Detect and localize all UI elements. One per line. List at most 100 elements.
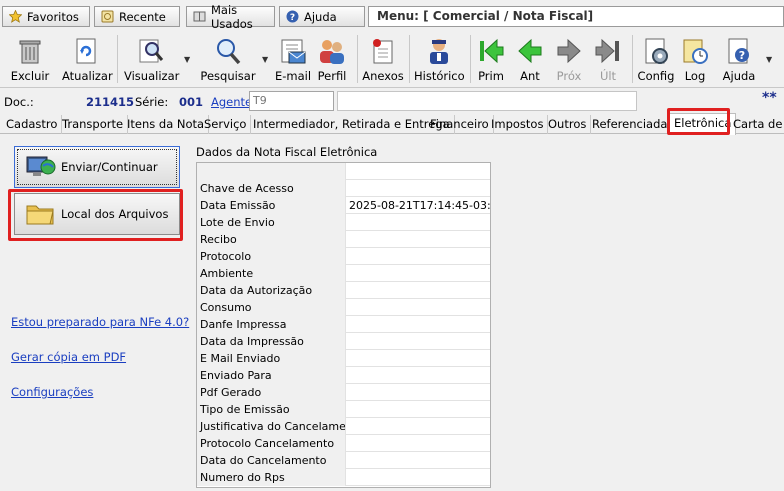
grid-row[interactable]: Data do Cancelamento (197, 452, 490, 469)
excluir-label: Excluir (10, 69, 50, 83)
grid-field-value[interactable] (346, 282, 490, 299)
grid-field-value[interactable] (346, 452, 490, 469)
grid-row[interactable]: E Mail Enviado (197, 350, 490, 367)
configuracoes-link[interactable]: Configurações (11, 385, 93, 399)
tab-carta-de-correcao[interactable]: Carta de C (729, 115, 784, 134)
historico-button[interactable]: Histórico (414, 34, 465, 86)
grid-field-value[interactable] (346, 248, 490, 265)
grid-row[interactable]: Data Emissão 2025-08-21T17:14:45-03:00 (197, 197, 490, 214)
gear-icon (640, 36, 672, 66)
mais-usados-button[interactable]: Mais Usados (186, 3, 275, 31)
nfe-data-grid: Chave de Acesso Data Emissão 2025-08-21T17… (196, 162, 491, 488)
log-button[interactable]: Log (678, 34, 712, 86)
atualizar-label: Atualizar (62, 69, 113, 83)
grid-row[interactable]: Data da Autorização (197, 282, 490, 299)
grid-field-value[interactable] (346, 350, 490, 367)
grid-field-value[interactable] (346, 163, 490, 180)
prim-label: Prim (478, 69, 504, 83)
grid-row[interactable]: Protocolo (197, 248, 490, 265)
grid-field-value[interactable] (346, 265, 490, 282)
ant-button[interactable]: Ant (513, 34, 547, 86)
grid-field-value[interactable] (346, 418, 490, 435)
grid-field-value[interactable] (346, 401, 490, 418)
grid-field-value[interactable] (346, 384, 490, 401)
ajuda-toolbar-button[interactable]: ? Ajuda (718, 34, 760, 86)
email-icon (277, 36, 309, 66)
email-button[interactable]: E-mail (274, 34, 312, 86)
grid-field-value[interactable] (346, 435, 490, 452)
svg-text:?: ? (290, 13, 295, 23)
main-toolbar: Excluir Atualizar Visualizar ▼ Pesquisar… (0, 31, 784, 88)
grid-row[interactable] (197, 163, 490, 180)
config-button[interactable]: Config (637, 34, 675, 86)
grid-field-value[interactable] (346, 214, 490, 231)
grid-row[interactable]: Pdf Gerado (197, 384, 490, 401)
grid-field-label: Tipo de Emissão (197, 401, 346, 418)
anexos-button[interactable]: Anexos (362, 34, 404, 86)
prim-button[interactable]: Prim (474, 34, 508, 86)
excluir-button[interactable]: Excluir (8, 34, 52, 86)
grid-field-value[interactable] (346, 367, 490, 384)
enviar-continuar-button[interactable]: Enviar/Continuar (14, 146, 180, 188)
recente-button[interactable]: Recente (94, 6, 180, 27)
grid-row[interactable]: Numero do Rps (197, 469, 490, 486)
grid-row[interactable]: Lote de Envio (197, 214, 490, 231)
grid-row[interactable]: Tipo de Emissão (197, 401, 490, 418)
tab-outros[interactable]: Outros (544, 115, 592, 134)
grid-field-value[interactable] (346, 333, 490, 350)
agente-code-input[interactable]: T9 (249, 91, 334, 111)
grid-field-label: Data da Autorização (197, 282, 346, 299)
grid-field-value[interactable] (346, 180, 490, 197)
grid-field-label: E Mail Enviado (197, 350, 346, 367)
grid-row[interactable]: Ambiente (197, 265, 490, 282)
visualizar-button[interactable]: Visualizar (124, 34, 179, 86)
grid-row[interactable]: Protocolo Cancelamento (197, 435, 490, 452)
grid-field-label: Pdf Gerado (197, 384, 346, 401)
grid-row[interactable]: Consumo (197, 299, 490, 316)
pesquisar-button[interactable]: Pesquisar (200, 34, 256, 86)
visualizar-dropdown-icon[interactable]: ▼ (184, 55, 190, 64)
agente-link[interactable]: Agente (211, 95, 252, 109)
tab-intermediador[interactable]: Intermediador, Retirada e Entrega (249, 115, 455, 134)
grid-field-label: Numero do Rps (197, 469, 346, 486)
tab-transporte[interactable]: Transporte (58, 115, 129, 134)
grid-field-label: Recibo (197, 231, 346, 248)
ajuda-dropdown-icon[interactable]: ▼ (766, 55, 772, 64)
serie-label: Série: (135, 95, 169, 109)
tab-referenciadas[interactable]: Referenciadas (588, 115, 679, 134)
tab-servico[interactable]: Serviço (200, 115, 252, 134)
history-icon (423, 36, 455, 66)
ajuda-top-button[interactable]: ? Ajuda (279, 6, 365, 27)
tab-cadastro[interactable]: Cadastro (2, 115, 63, 134)
ajuda-top-label: Ajuda (304, 9, 337, 24)
grid-field-value[interactable] (346, 316, 490, 333)
enviar-continuar-label: Enviar/Continuar (61, 160, 158, 174)
tab-impostos[interactable]: Impostos (487, 115, 549, 134)
grid-field-value[interactable] (346, 231, 490, 248)
atualizar-button[interactable]: Atualizar (62, 34, 113, 86)
attachment-icon (367, 36, 399, 66)
tab-itens-da-nota[interactable]: Itens da Nota (123, 115, 210, 134)
pesquisar-dropdown-icon[interactable]: ▼ (262, 55, 268, 64)
gerar-pdf-link[interactable]: Gerar cópia em PDF (11, 350, 126, 364)
agente-name-field[interactable] (337, 91, 637, 111)
tab-financeiro[interactable]: Financeiro (426, 115, 494, 134)
grid-row[interactable]: Chave de Acesso (197, 180, 490, 197)
ult-button[interactable]: Últ (591, 34, 625, 86)
refresh-icon (70, 36, 102, 66)
nfe-40-link[interactable]: Estou preparado para NFe 4.0? (11, 315, 189, 329)
toolbar-separator (357, 35, 358, 83)
grid-field-label: Protocolo (197, 248, 346, 265)
grid-row[interactable]: Enviado Para (197, 367, 490, 384)
grid-row[interactable]: Data da Impressão (197, 333, 490, 350)
prox-button[interactable]: Próx (552, 34, 586, 86)
grid-field-value[interactable] (346, 299, 490, 316)
grid-field-value[interactable]: 2025-08-21T17:14:45-03:00 (346, 197, 490, 214)
grid-row[interactable]: Recibo (197, 231, 490, 248)
grid-field-value[interactable] (346, 469, 490, 486)
send-computer-icon (25, 153, 57, 181)
perfil-button[interactable]: Perfil (314, 34, 350, 86)
grid-row[interactable]: Danfe Impressa (197, 316, 490, 333)
grid-row[interactable]: Justificativa do Cancelamento (197, 418, 490, 435)
favoritos-button[interactable]: Favoritos (2, 6, 90, 27)
